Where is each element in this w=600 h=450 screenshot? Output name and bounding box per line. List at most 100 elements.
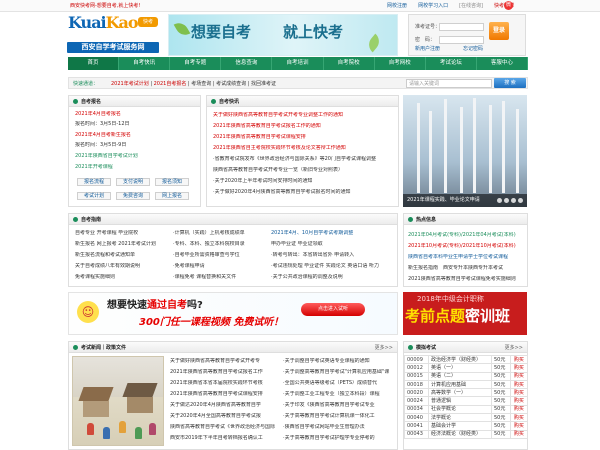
reg-notice-button[interactable]: 报名须知 xyxy=(155,178,189,186)
nav-item-forum[interactable]: 考试论坛 xyxy=(426,57,477,70)
policy-item[interactable]: ·关于高等教育自学考试计算机课一体化工 xyxy=(283,413,395,419)
guide-link[interactable]: ·考试违规处理 毕业证件 实践论文 英语口语 听力 xyxy=(271,263,395,269)
register-link[interactable]: 网校注册 xyxy=(387,3,407,9)
reg-process-button[interactable]: 报名流程 xyxy=(77,178,111,186)
forgot-password-link[interactable]: 忘记密码 xyxy=(463,46,483,52)
policy-item[interactable]: ·关于高等教育自学考试护理学专业停考的 xyxy=(283,435,395,441)
trial-course-ad[interactable]: ☺ 想要快速通过自考吗? 300门任一课程视频 免费试听！ 点击进入试听 xyxy=(68,292,398,335)
exam-news-item[interactable]: 关于做好陕西省高等教育自学考试开考专 xyxy=(170,358,280,364)
news-item[interactable]: 2021年陕西省自主考院校实践环节考核及论文答辩工作通知 xyxy=(213,145,395,151)
carousel-dots[interactable] xyxy=(497,198,523,203)
quick-link-find-ticket[interactable]: 找回准考证 xyxy=(251,81,276,87)
guide-link[interactable]: ·计算机（实践）上机考核成绩单 xyxy=(173,230,269,236)
list-item[interactable]: 2021年4月自考新生报名 xyxy=(75,132,131,138)
news-item[interactable]: 关于做好陕西省高等教育自学考试开考专业调整工作的通知 xyxy=(213,112,395,118)
nav-item-news[interactable]: 自考快讯 xyxy=(119,57,171,70)
quick-link-registration[interactable]: 2021自考报名 xyxy=(154,81,187,87)
nav-item-query[interactable]: 信息查询 xyxy=(221,57,273,70)
news-painting[interactable] xyxy=(72,356,164,446)
nav-item-schools[interactable]: 自考院校 xyxy=(324,57,375,70)
hot-item[interactable]: 2021陕西省高等教育自学考试课程免考实施细则 xyxy=(408,276,526,282)
guide-link[interactable]: 关于自考成绩八年有效期说明 xyxy=(75,263,170,269)
guide-link[interactable]: ·自考毕业所需资格审查与学位 xyxy=(173,252,269,258)
table-row[interactable]: 00034 社会学概论 50元 购买 xyxy=(404,404,529,415)
hot-item[interactable]: 新生报名指南 西安专升本陕西专升本考试 xyxy=(408,265,526,271)
guide-link[interactable]: 新生报名流程和考试通知单 xyxy=(75,252,170,258)
nav-item-topics[interactable]: 自考专题 xyxy=(170,57,222,70)
more-link[interactable]: 更多>> xyxy=(505,345,523,351)
login-button[interactable]: 登录 xyxy=(489,22,509,40)
buy-link[interactable]: 购买 xyxy=(509,429,529,439)
list-item[interactable]: 2021年4月自考报名 xyxy=(75,111,121,117)
more-link[interactable]: 更多>> xyxy=(375,345,393,351)
news-item[interactable]: ·关于做好2020年4月陕西省高等教育自学考试报名时间的通知 xyxy=(213,189,395,195)
guide-link[interactable]: 免考课程实施细则 xyxy=(75,274,170,280)
payment-info-button[interactable]: 支付说明 xyxy=(116,178,150,186)
weibo-icon[interactable]: 微 xyxy=(504,1,513,10)
guide-link[interactable]: ·课程免考 课程替换和关文件 xyxy=(173,274,269,280)
exam-news-item[interactable]: 陕西省高等教育自学考试《世界政治经济与国际 xyxy=(170,424,280,430)
buy-link[interactable]: 购买 xyxy=(509,388,529,398)
buy-link[interactable]: 购买 xyxy=(509,371,529,381)
buy-link[interactable]: 购买 xyxy=(509,379,529,390)
school-login-link[interactable]: 网校学习入口 xyxy=(418,3,448,9)
news-item[interactable]: 陕西省高等教育自学考试开考专业一览（新旧专业对照表） xyxy=(213,167,395,173)
guide-link[interactable]: ·免考课程申请 xyxy=(173,263,269,269)
username-input[interactable] xyxy=(439,23,484,31)
policy-item[interactable]: ·关于印发《陕西省高等教育自学考试专业 xyxy=(283,402,395,408)
exam-news-item[interactable]: 2021年陕西省本省本届院校实践环节考核 xyxy=(170,380,280,386)
site-logo[interactable]: KuaiKao 快考 西安自学考试服务网 xyxy=(67,13,162,54)
header-banner[interactable]: 想要自考 就上快考 xyxy=(168,14,398,56)
buy-link[interactable]: 购买 xyxy=(509,404,529,415)
trial-button[interactable]: 点击进入试听 xyxy=(301,303,365,316)
exam-news-item[interactable]: 2021年陕西省高等教育自学考试课程安排 xyxy=(170,391,280,397)
table-row[interactable]: 00024 普通逻辑 50元 购买 xyxy=(404,396,529,406)
table-row[interactable]: 00043 经济法概论（财经类） 50元 购买 xyxy=(404,429,529,439)
password-input[interactable] xyxy=(439,36,484,44)
new-user-register-link[interactable]: 新用户注册 xyxy=(415,46,440,52)
guide-link[interactable]: 自考专业 开考课程 毕业院校 xyxy=(75,230,170,236)
nav-item-home[interactable]: 首页 xyxy=(68,57,120,70)
guide-link[interactable]: 申办毕业证 毕业证领取 xyxy=(271,241,395,247)
guide-link[interactable]: ·关于公共政治课程的调整及说明 xyxy=(271,274,395,280)
buy-link[interactable]: 购买 xyxy=(509,413,529,423)
hot-item[interactable]: 2021年10月考试(专科)/2021年10月考试(本科) xyxy=(408,243,526,249)
hot-item[interactable]: 2021年04月考试(专科)/2021年04月考试(本科) xyxy=(408,232,526,238)
list-item[interactable]: 2021年陕西省自学考试计划 xyxy=(75,153,138,159)
policy-item[interactable]: ·陕西省自学考试网站毕业生管理办法 xyxy=(283,424,395,430)
buy-link[interactable]: 购买 xyxy=(509,421,529,431)
policy-item[interactable]: ·关于调整自学考试英语专业课程的通知 xyxy=(283,358,395,364)
free-consult-button[interactable]: 免费咨询 xyxy=(116,192,150,200)
buy-link[interactable]: 购买 xyxy=(509,396,529,406)
buy-link[interactable]: 购买 xyxy=(509,363,529,373)
guide-link[interactable]: 新生报名 网上报考 2021年考试计划 xyxy=(75,241,170,247)
news-item[interactable]: 2021年陕西省高等教育自学考试报名工作的通知 xyxy=(213,123,395,129)
table-row[interactable]: 00012 英语（一） 50元 购买 xyxy=(404,363,529,373)
exam-news-item[interactable]: 2021年陕西省高等教育自学考试报名工作 xyxy=(170,369,280,375)
online-consult-link[interactable]: [在线咨询] xyxy=(459,3,483,9)
nav-item-service[interactable]: 客服中心 xyxy=(477,57,528,70)
online-register-button[interactable]: 网上报名 xyxy=(155,192,189,200)
guide-link[interactable]: ·专科、本科、独立本科院校目录 xyxy=(173,241,269,247)
table-row[interactable]: 00041 基础会计学 50元 购买 xyxy=(404,421,529,431)
policy-item[interactable]: ·全国公共英语等级考试（PETS）成绩替代 xyxy=(283,380,395,386)
exam-plan-button[interactable]: 考试计划 xyxy=(77,192,111,200)
table-row[interactable]: 00018 计算机应用基础 50元 购买 xyxy=(404,379,529,390)
exam-news-item[interactable]: 关于2020年4月全国高等教育自学考试报 xyxy=(170,413,280,419)
news-item[interactable]: 2021年陕西省高等教育自学考试课程安排 xyxy=(213,134,395,140)
nav-item-online-school[interactable]: 自考网校 xyxy=(375,57,426,70)
policy-item[interactable]: ·关于调整工业工程专业（独立本科段）课程 xyxy=(283,391,395,397)
guide-link[interactable]: 2021年4月、10月自学考试考期调整 xyxy=(271,230,395,236)
exam-news-item[interactable]: 西安市2019年下半年自考转档报名确认工 xyxy=(170,435,280,441)
table-row[interactable]: 00015 英语（二） 50元 购买 xyxy=(404,371,529,381)
nav-item-training[interactable]: 自考培训 xyxy=(272,57,324,70)
news-item[interactable]: ·关于2020年上半年考试时间安排时间的通知 xyxy=(213,178,395,184)
table-row[interactable]: 00040 法学概论 50元 购买 xyxy=(404,413,529,423)
exam-news-item[interactable]: 关于做达2020年4月陕西省高等教育自学 xyxy=(170,402,280,408)
quick-link-room-query[interactable]: 考场查询 xyxy=(191,81,211,87)
quick-link-exam-plan[interactable]: 2021年考试计划 xyxy=(111,81,149,87)
feature-photo[interactable]: 2021年课程实践、毕业论文申请 xyxy=(403,95,527,207)
news-item[interactable]: ·省教育考试院发布《世界政治经济与国际关系》等20门自学考试课程调整 xyxy=(213,156,395,162)
buy-link[interactable]: 购买 xyxy=(509,354,529,365)
quick-link-score-query[interactable]: 考试成绩查询 xyxy=(216,81,246,87)
